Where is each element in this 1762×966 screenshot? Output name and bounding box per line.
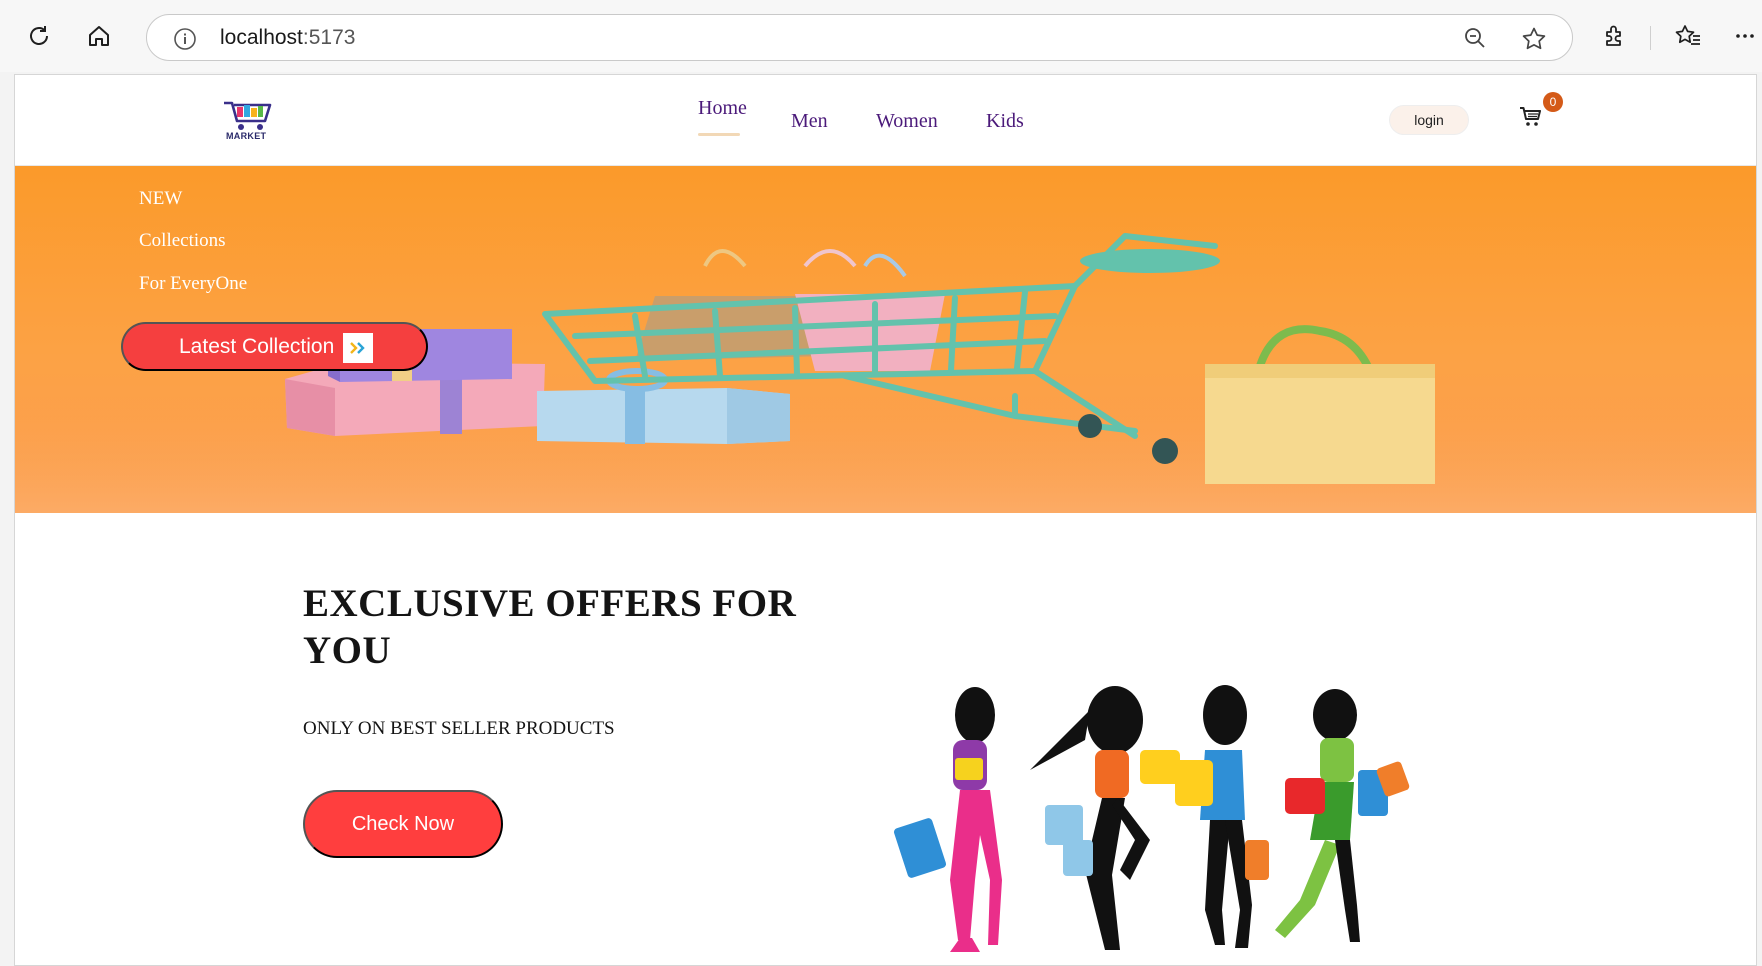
toolbar-separator: [1650, 26, 1651, 50]
login-button[interactable]: login: [1389, 105, 1469, 135]
favorite-star-icon[interactable]: [1521, 26, 1547, 57]
url-port: :5173: [302, 26, 356, 49]
nav-link-men[interactable]: Men: [791, 110, 828, 133]
url-host: localhost: [220, 26, 303, 49]
url-text: localhost:5173: [220, 26, 355, 50]
reload-icon[interactable]: [22, 19, 56, 53]
address-bar[interactable]: localhost:5173: [146, 14, 1573, 61]
nav-link-kids[interactable]: Kids: [986, 110, 1024, 133]
nav-active-underline: [698, 133, 740, 136]
shopper-figure-3: [1175, 685, 1269, 948]
shopper-figure-1: [893, 687, 1002, 952]
logo-text: MARKET: [226, 131, 267, 141]
check-now-button[interactable]: Check Now: [303, 790, 503, 858]
market-logo[interactable]: MARKET: [222, 97, 274, 145]
more-icon[interactable]: [1728, 19, 1762, 53]
cart-count-badge: 0: [1543, 92, 1563, 112]
favorites-icon[interactable]: [1671, 19, 1705, 53]
offers-subtitle: ONLY ON BEST SELLER PRODUCTS: [303, 718, 615, 739]
extensions-icon[interactable]: [1598, 19, 1632, 53]
shopping-women-illustration: [893, 685, 1410, 952]
latest-collection-button[interactable]: Latest Collection: [121, 322, 428, 371]
cart-logo-icon: [224, 101, 272, 130]
home-icon[interactable]: [82, 19, 116, 53]
hero-line-collections: Collections: [139, 230, 226, 251]
latest-collection-label: Latest Collection: [179, 334, 335, 358]
cart-icon[interactable]: [1519, 105, 1543, 129]
zoom-out-icon[interactable]: [1463, 26, 1487, 55]
info-icon[interactable]: [173, 27, 197, 56]
site-navbar: MARKET Home Men Women Kids login 0: [15, 75, 1756, 166]
nav-link-home[interactable]: Home: [698, 97, 747, 120]
offers-title: EXCLUSIVE OFFERS FOR YOU: [303, 582, 797, 672]
hero-line-everyone: For EveryOne: [139, 273, 248, 294]
shopper-figure-2: [1030, 686, 1180, 950]
hero-banner: NEW Collections For EveryOne Latest Coll…: [15, 166, 1756, 513]
shopping-bag-yellow: [1205, 325, 1435, 484]
hero-line-new: NEW: [139, 188, 183, 209]
shopper-figure-4: [1275, 689, 1410, 942]
double-arrow-icon: [343, 333, 373, 363]
browser-toolbar: localhost:5173: [0, 0, 1762, 72]
nav-link-women[interactable]: Women: [876, 110, 938, 133]
